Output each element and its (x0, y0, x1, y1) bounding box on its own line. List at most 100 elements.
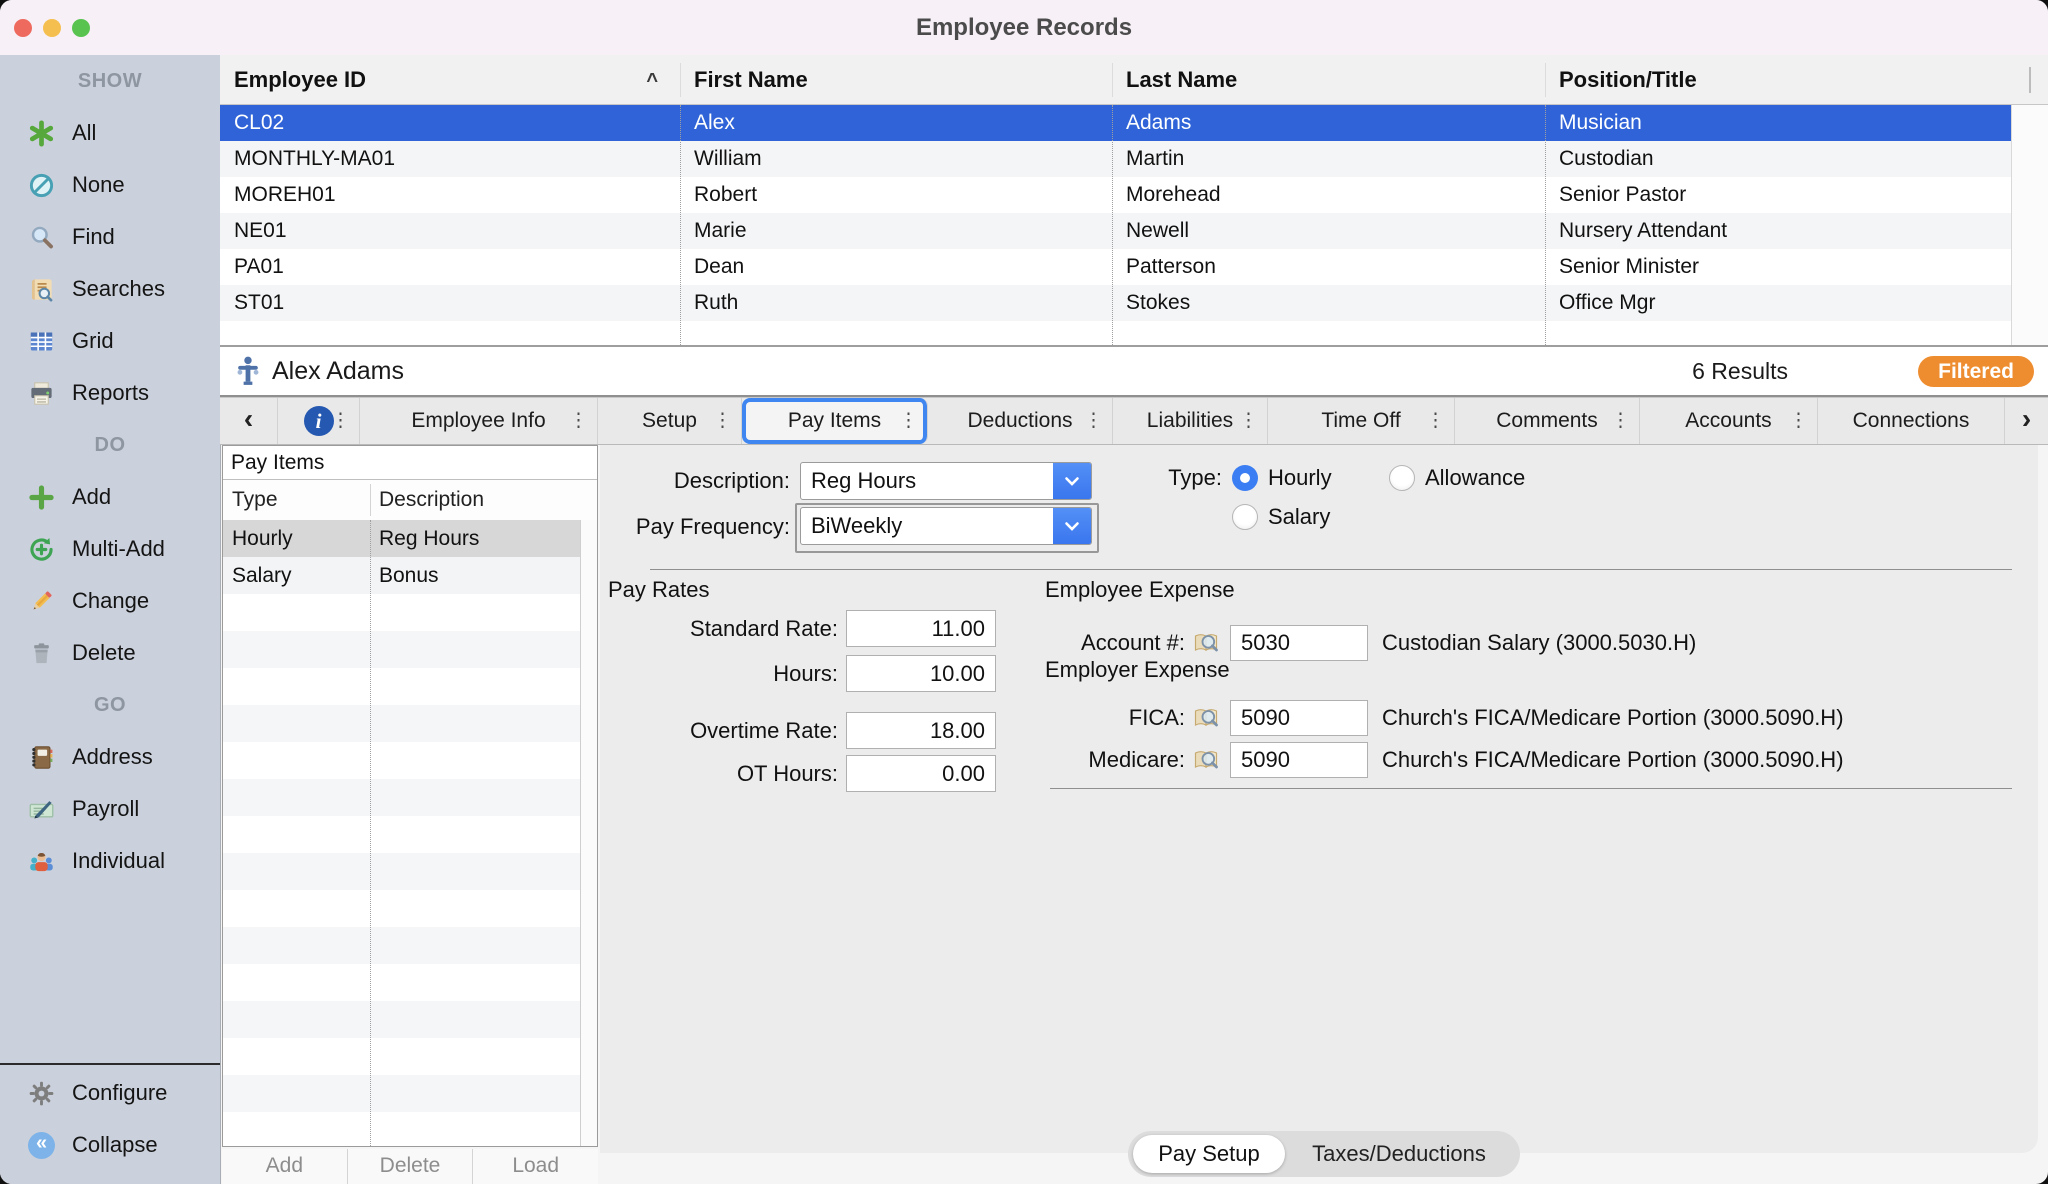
pay-items-column-description[interactable]: Description (379, 480, 484, 520)
overtime-rate-input[interactable] (846, 712, 996, 749)
table-row[interactable]: PA01 Dean Patterson Senior Minister (220, 249, 2011, 285)
radio-salary-label[interactable]: Salary (1268, 498, 1330, 536)
tab-menu-dots-icon[interactable]: ⋮ (1239, 410, 1258, 433)
pay-item-type: Hourly (223, 520, 370, 557)
tab-menu-dots-icon[interactable]: ⋮ (1426, 410, 1445, 433)
tab-info[interactable]: i ⋮ (278, 398, 360, 444)
delete-pay-item-button[interactable]: Delete (348, 1149, 474, 1184)
ot-hours-input[interactable] (846, 755, 996, 792)
tab-menu-dots-icon[interactable]: ⋮ (331, 410, 350, 433)
sidebar: SHOW All None Find Searches Grid Reports… (0, 55, 221, 1184)
medicare-account-input[interactable] (1230, 742, 1368, 778)
sidebar-item-none[interactable]: None (0, 159, 220, 211)
pay-item-description: Reg Hours (370, 520, 479, 557)
fica-account-input[interactable] (1230, 700, 1368, 736)
type-label: Type: (1100, 459, 1222, 497)
sidebar-item-collapse[interactable]: « Collapse (0, 1119, 220, 1171)
standard-rate-input[interactable] (846, 610, 996, 647)
sidebar-item-delete[interactable]: Delete (0, 627, 220, 679)
medicare-lookup-icon[interactable] (1192, 746, 1220, 774)
tab-menu-dots-icon[interactable]: ⋮ (713, 410, 732, 433)
account-lookup-icon[interactable] (1192, 629, 1220, 657)
tab-connections[interactable]: Connections (1818, 398, 2005, 444)
column-header-position-title[interactable]: Position/Title (1545, 55, 2011, 104)
sidebar-item-grid[interactable]: Grid (0, 315, 220, 367)
sidebar-item-individual[interactable]: Individual (0, 835, 220, 887)
radio-hourly[interactable] (1232, 465, 1258, 491)
table-row-selected[interactable]: CL02 Alex Adams Musician (220, 105, 2011, 141)
fica-lookup-icon[interactable] (1192, 704, 1220, 732)
sidebar-item-address[interactable]: Address (0, 731, 220, 783)
tab-accounts[interactable]: Accounts ⋮ (1640, 398, 1818, 444)
sidebar-item-reports[interactable]: Reports (0, 367, 220, 419)
pay-items-column-type[interactable]: Type (232, 480, 278, 520)
table-vertical-scrollbar[interactable] (2011, 105, 2048, 345)
medicare-label: Medicare: (1000, 742, 1185, 778)
pay-setup-tab[interactable]: Pay Setup (1133, 1135, 1285, 1173)
sidebar-item-add[interactable]: Add (0, 471, 220, 523)
description-dropdown[interactable]: Reg Hours (800, 462, 1092, 500)
table-row[interactable]: ST01 Ruth Stokes Office Mgr (220, 285, 2011, 321)
sidebar-item-payroll[interactable]: Payroll (0, 783, 220, 835)
sidebar-item-change[interactable]: Change (0, 575, 220, 627)
account-description: Custodian Salary (3000.5030.H) (1382, 625, 1696, 661)
pay-items-scrollbar[interactable] (580, 520, 597, 1146)
column-header-last-name[interactable]: Last Name (1112, 55, 1545, 104)
column-header-employee-id[interactable]: Employee ID ^ (220, 55, 680, 104)
pay-item-row[interactable]: Salary Bonus (223, 557, 597, 594)
tab-liabilities[interactable]: Liabilities ⋮ (1113, 398, 1268, 444)
tab-pay-items[interactable]: Pay Items ⋮ (742, 398, 928, 444)
table-row[interactable]: MONTHLY-MA01 William Martin Custodian (220, 141, 2011, 177)
radio-allowance[interactable] (1389, 465, 1415, 491)
pay-frequency-dropdown[interactable]: BiWeekly (800, 507, 1092, 545)
tab-employee-info[interactable]: Employee Info ⋮ (360, 398, 598, 444)
sidebar-item-find[interactable]: Find (0, 211, 220, 263)
cell-position: Custodian (1545, 141, 2011, 177)
tab-menu-dots-icon[interactable]: ⋮ (1084, 410, 1103, 433)
cell-position: Nursery Attendant (1545, 213, 2011, 249)
account-number-input[interactable] (1230, 625, 1368, 661)
sidebar-item-configure[interactable]: Configure (0, 1067, 220, 1119)
gear-icon (28, 1080, 55, 1107)
standard-rate-label: Standard Rate: (600, 610, 838, 647)
sidebar-item-all[interactable]: All (0, 107, 220, 159)
radio-allowance-label[interactable]: Allowance (1425, 459, 1525, 497)
cell-employee-id: MOREH01 (220, 177, 680, 213)
tab-menu-dots-icon[interactable]: ⋮ (1789, 410, 1808, 433)
cell-last-name: Stokes (1112, 285, 1545, 321)
sidebar-item-multi-add[interactable]: Multi-Add (0, 523, 220, 575)
tab-menu-dots-icon[interactable]: ⋮ (899, 410, 918, 433)
tab-comments[interactable]: Comments ⋮ (1455, 398, 1640, 444)
hours-input[interactable] (846, 655, 996, 692)
fica-account-description: Church's FICA/Medicare Portion (3000.509… (1382, 700, 1844, 736)
sort-ascending-icon[interactable]: ^ (646, 57, 658, 106)
slashed-circle-icon (28, 172, 55, 199)
cell-last-name: Newell (1112, 213, 1545, 249)
sidebar-item-label: All (72, 120, 96, 146)
dropdown-chevron-icon[interactable] (1053, 508, 1091, 544)
tab-label: Connections (1853, 409, 1970, 433)
tab-time-off[interactable]: Time Off ⋮ (1268, 398, 1455, 444)
table-row[interactable]: MOREH01 Robert Morehead Senior Pastor (220, 177, 2011, 213)
load-pay-item-button[interactable]: Load (473, 1149, 598, 1184)
filtered-badge[interactable]: Filtered (1918, 356, 2034, 387)
scrollbar-grip[interactable] (2029, 67, 2031, 93)
add-pay-item-button[interactable]: Add (222, 1149, 348, 1184)
sidebar-item-label: Find (72, 224, 115, 250)
radio-hourly-label[interactable]: Hourly (1268, 459, 1332, 497)
pay-item-row-selected[interactable]: Hourly Reg Hours (223, 520, 597, 557)
dropdown-chevron-icon[interactable] (1053, 463, 1091, 499)
taxes-deductions-tab[interactable]: Taxes/Deductions (1288, 1135, 1510, 1173)
sidebar-item-searches[interactable]: Searches (0, 263, 220, 315)
tab-menu-dots-icon[interactable]: ⋮ (1611, 410, 1630, 433)
tab-setup[interactable]: Setup ⋮ (598, 398, 742, 444)
sidebar-section-do: DO (0, 419, 220, 471)
tabs-scroll-back-button[interactable]: ‹ (220, 398, 278, 444)
header-separator (370, 484, 371, 516)
table-row[interactable]: NE01 Marie Newell Nursery Attendant (220, 213, 2011, 249)
radio-salary[interactable] (1232, 504, 1258, 530)
tabs-scroll-forward-button[interactable]: › (2005, 398, 2048, 444)
column-header-first-name[interactable]: First Name (680, 55, 1112, 104)
tab-menu-dots-icon[interactable]: ⋮ (569, 410, 588, 433)
tab-deductions[interactable]: Deductions ⋮ (928, 398, 1113, 444)
